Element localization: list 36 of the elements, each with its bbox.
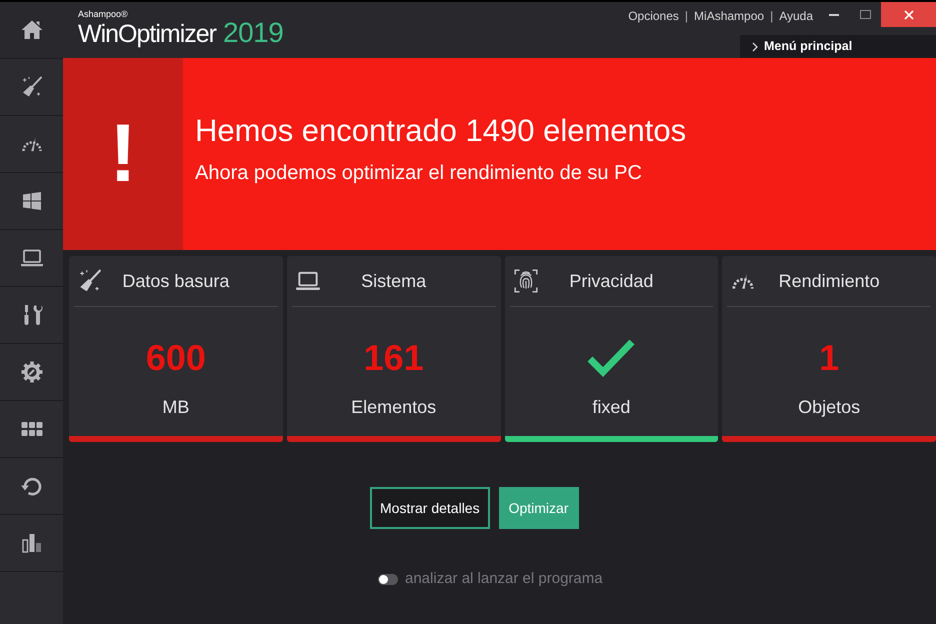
fingerprint-icon [512,268,538,294]
card-value: 161 [364,338,424,378]
alert-subtitle: Ahora podemos optimizar el rendimiento de su PC [195,161,643,186]
home-icon [20,18,44,42]
chevron-right-icon [752,42,758,52]
product-name: WinOptimizer [78,19,216,49]
link-separator: | [684,8,688,25]
alert-title: Hemos encontrado 1490 elementos [195,112,686,150]
close-button[interactable] [881,2,936,27]
close-icon [904,10,914,20]
card-label: Objetos [798,396,860,419]
card-title: Sistema [361,270,426,292]
checkmark-icon [587,339,636,377]
bar-chart-icon [20,531,44,555]
maximize-icon [860,10,870,19]
alert-symbol: ! [109,113,137,195]
card-label: fixed [592,396,630,419]
main-menu-button[interactable]: Menú principal [740,35,936,58]
card-title: Datos basura [122,270,230,292]
card-title: Rendimiento [778,270,880,292]
product-version: 2019 [223,18,284,48]
card-label: MB [162,396,190,419]
header-link[interactable]: MiAshampoo [694,7,764,25]
gear-icon [20,360,44,384]
minimize-icon [829,14,839,16]
details-button[interactable]: Mostrar detalles [370,487,490,529]
card-value: 600 [146,338,206,378]
link-separator: | [770,8,774,25]
header-link[interactable]: Ayuda [779,7,813,25]
toggle-label: analizar al lanzar el programa [405,569,603,589]
card-label: Elementos [351,396,436,419]
brand-name: Ashampoo® [78,10,129,19]
card-title: Privacidad [569,270,654,292]
card-value: 1 [819,338,840,378]
header-link[interactable]: Opciones [628,7,679,25]
toggle-switch[interactable] [378,574,398,585]
